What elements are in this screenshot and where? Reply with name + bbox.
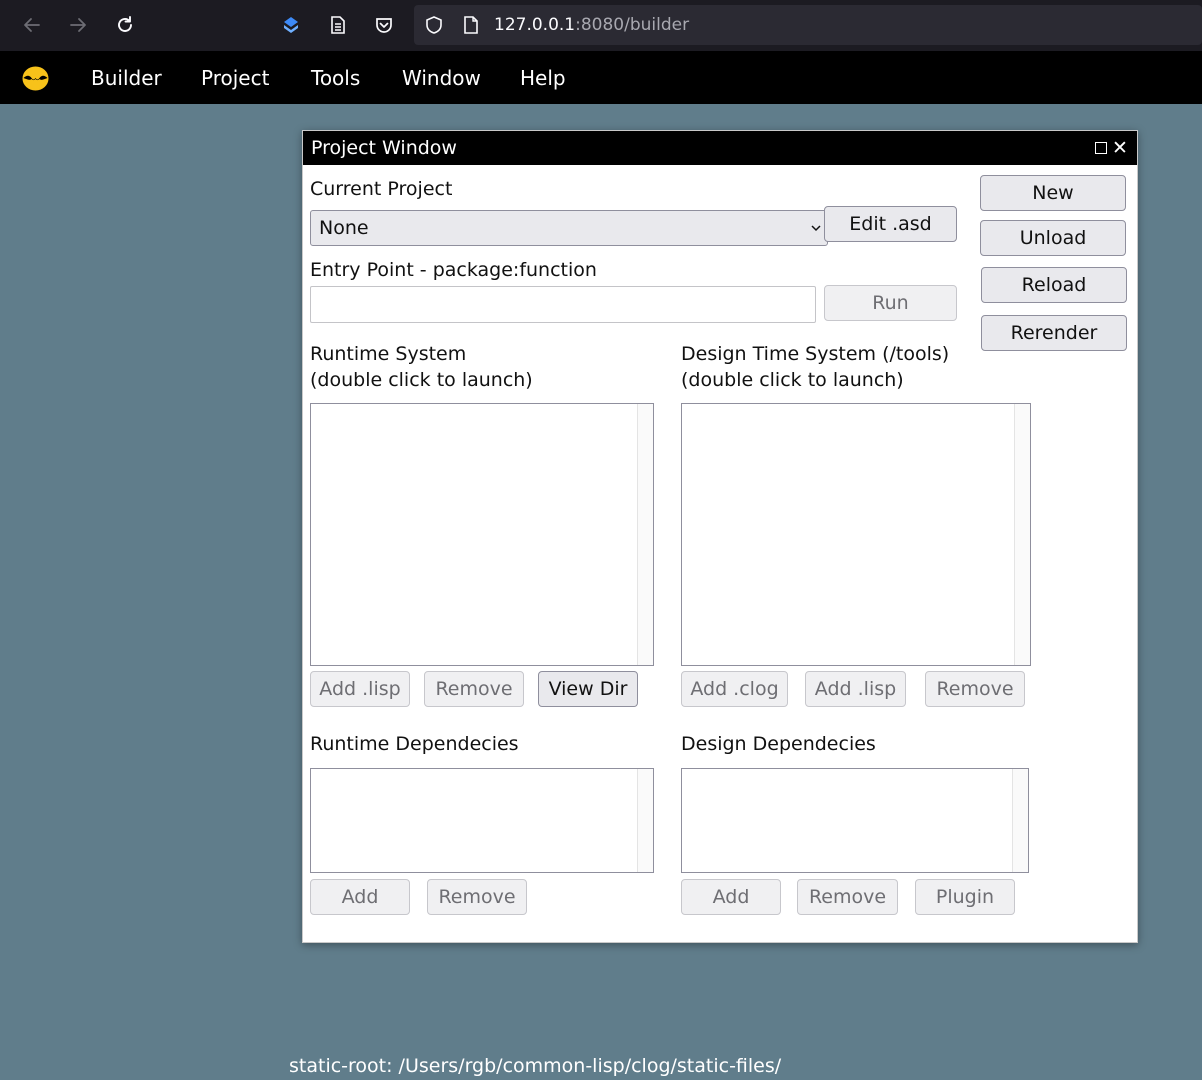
entry-point-label: Entry Point - package:function (310, 259, 597, 281)
arrow-right-icon (70, 18, 86, 32)
runtime-remove-button[interactable]: Remove (424, 671, 524, 707)
runtime-deps-scrollbar[interactable] (637, 769, 653, 872)
design-time-hint: (double click to launch) (681, 369, 904, 391)
view-dir-button[interactable]: View Dir (538, 671, 638, 707)
shield-icon[interactable] (424, 15, 444, 35)
design-deps-remove-button[interactable]: Remove (797, 879, 898, 915)
rerender-button[interactable]: Rerender (981, 315, 1127, 351)
close-icon[interactable]: ✕ (1112, 138, 1128, 158)
back-button[interactable] (17, 10, 47, 40)
reload-icon (118, 16, 132, 32)
maximize-icon[interactable] (1095, 142, 1107, 154)
reader-view-button[interactable] (323, 10, 353, 40)
design-time-list[interactable] (681, 403, 1031, 666)
current-project-value: None (319, 217, 369, 239)
window-title-bar[interactable]: Project Window ✕ (303, 131, 1137, 165)
page-info-icon[interactable] (462, 15, 480, 35)
window-title: Project Window (311, 137, 457, 159)
menu-help[interactable]: Help (520, 66, 566, 90)
design-deps-label: Design Dependecies (681, 733, 876, 755)
design-time-scrollbar[interactable] (1014, 404, 1030, 665)
design-deps-add-button[interactable]: Add (681, 879, 781, 915)
runtime-deps-add-button[interactable]: Add (310, 879, 410, 915)
url-bar[interactable]: 127.0.0.1:8080/builder (414, 5, 1202, 45)
runtime-deps-remove-button[interactable]: Remove (427, 879, 527, 915)
plugin-button[interactable]: Plugin (915, 879, 1015, 915)
app-menubar: Builder Project Tools Window Help (0, 51, 1202, 104)
runtime-add-lisp-button[interactable]: Add .lisp (310, 671, 410, 707)
edit-asd-button[interactable]: Edit .asd (824, 206, 957, 242)
reload-button[interactable] (110, 10, 140, 40)
menu-builder[interactable]: Builder (91, 66, 162, 90)
reload-project-button[interactable]: Reload (981, 267, 1127, 303)
extension-icon (284, 17, 298, 33)
runtime-system-scrollbar[interactable] (637, 404, 653, 665)
runtime-deps-list[interactable] (310, 768, 654, 873)
url-text[interactable]: 127.0.0.1:8080/builder (494, 14, 689, 36)
runtime-system-label: Runtime System (310, 343, 467, 365)
design-deps-list[interactable] (681, 768, 1029, 873)
extension-button[interactable] (276, 10, 306, 40)
design-remove-button[interactable]: Remove (925, 671, 1025, 707)
pocket-button[interactable] (369, 10, 399, 40)
design-deps-scrollbar[interactable] (1012, 769, 1028, 872)
pocket-icon (376, 18, 392, 33)
runtime-system-hint: (double click to launch) (310, 369, 533, 391)
current-project-label: Current Project (310, 178, 453, 200)
runtime-deps-label: Runtime Dependecies (310, 733, 519, 755)
runtime-system-list[interactable] (310, 403, 654, 666)
chevron-down-icon (811, 225, 821, 232)
menu-tools[interactable]: Tools (311, 66, 360, 90)
browser-toolbar: 127.0.0.1:8080/builder (0, 0, 1202, 51)
design-add-clog-button[interactable]: Add .clog (681, 671, 788, 707)
entry-point-input[interactable] (310, 286, 816, 323)
unload-button[interactable]: Unload (980, 220, 1126, 256)
menu-window[interactable]: Window (402, 66, 481, 90)
current-project-select[interactable]: None (310, 210, 828, 246)
project-window: Project Window ✕ Current Project None Ed… (302, 130, 1138, 943)
design-time-label: Design Time System (/tools) (681, 343, 950, 365)
document-icon (331, 16, 345, 34)
design-add-lisp-button[interactable]: Add .lisp (805, 671, 906, 707)
clog-logo-icon[interactable] (22, 66, 49, 91)
menu-project[interactable]: Project (201, 66, 269, 90)
new-project-button[interactable]: New (980, 175, 1126, 211)
forward-button[interactable] (63, 10, 93, 40)
arrow-left-icon (24, 18, 40, 32)
static-root-text: static-root: /Users/rgb/common-lisp/clog… (289, 1055, 782, 1077)
run-button[interactable]: Run (824, 285, 957, 321)
